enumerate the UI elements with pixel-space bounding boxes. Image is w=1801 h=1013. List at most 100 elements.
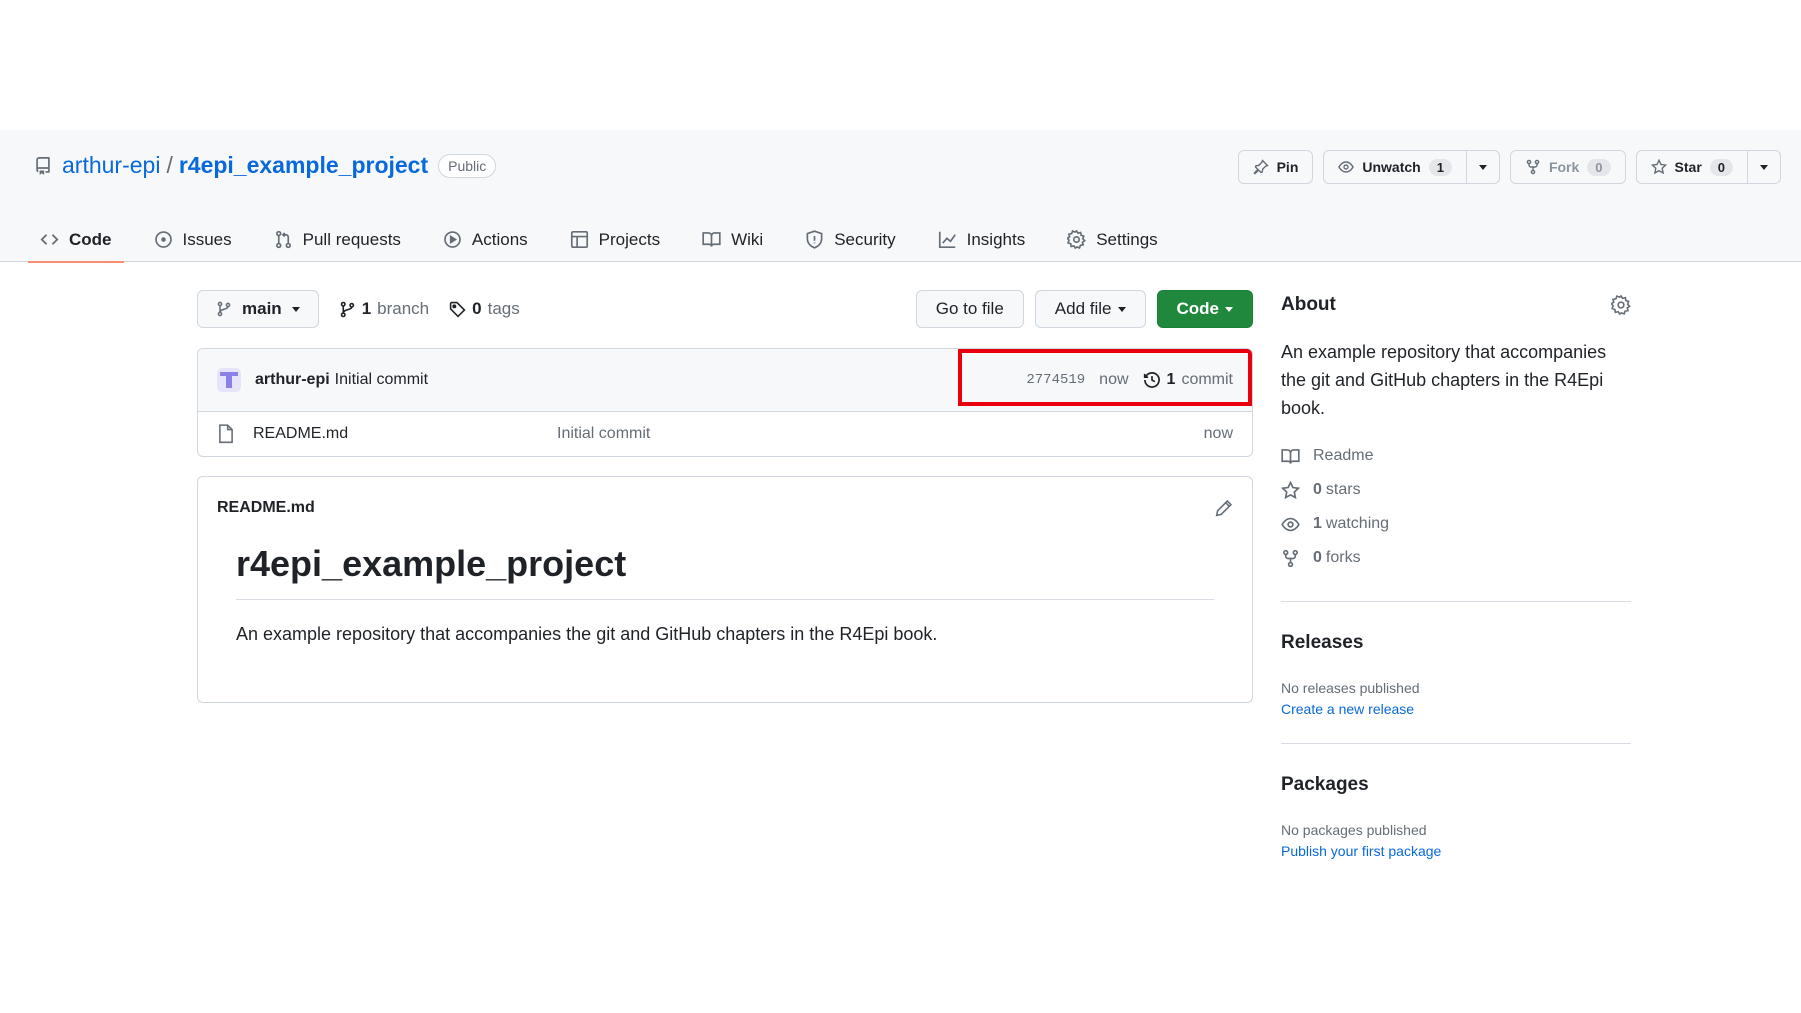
watch-group: Unwatch 1 (1323, 150, 1500, 184)
branch-count-label: branch (377, 299, 430, 318)
star-icon (1281, 480, 1300, 500)
tab-pull-requests[interactable]: Pull requests (268, 217, 407, 262)
chevron-down-icon (1225, 306, 1233, 312)
readme-body: r4epi_example_project An example reposit… (198, 539, 1252, 645)
chevron-down-icon (1478, 164, 1487, 170)
tab-issues[interactable]: Issues (148, 217, 238, 262)
add-file-button[interactable]: Add file (1034, 290, 1146, 328)
avatar[interactable] (217, 368, 241, 392)
chevron-down-icon (291, 306, 300, 312)
repo-path-separator: / (166, 152, 173, 178)
releases-title[interactable]: Releases (1281, 628, 1631, 658)
go-to-file-button[interactable]: Go to file (915, 290, 1024, 328)
create-release-link[interactable]: Create a new release (1281, 701, 1631, 717)
about-links: Readme 0 stars 1 watching 0 forks (1281, 439, 1631, 575)
unwatch-button[interactable]: Unwatch 1 (1323, 150, 1467, 184)
table-icon (570, 230, 589, 249)
branch-count: 1 (361, 299, 372, 318)
readme-link[interactable]: Readme (1281, 439, 1631, 473)
star-icon (1650, 159, 1667, 175)
readme-heading: r4epi_example_project (236, 539, 1214, 600)
tab-label: Wiki (731, 229, 764, 249)
publish-package-link[interactable]: Publish your first package (1281, 843, 1631, 859)
commit-author[interactable]: arthur-epi (255, 371, 330, 389)
tab-projects[interactable]: Projects (564, 217, 666, 262)
watching-count: 1 (1313, 515, 1322, 532)
graph-icon (938, 230, 957, 249)
tab-code[interactable]: Code (28, 217, 123, 263)
tag-count: 0 (472, 299, 482, 318)
stars-link[interactable]: 0 stars (1281, 473, 1631, 507)
pencil-icon[interactable] (1215, 499, 1233, 517)
repo-actions: Pin Unwatch 1 Fork 0 Star 0 (1237, 150, 1781, 184)
watch-counter: 1 (1428, 158, 1452, 176)
repo-tabs: Code Issues Pull requests Actions Projec… (28, 217, 1164, 263)
file-commit-message[interactable]: Initial commit (557, 425, 1204, 443)
play-icon (443, 230, 462, 249)
repo-title: arthur-epi / r4epi_example_project Publi… (34, 152, 497, 179)
divider (1281, 743, 1631, 744)
tags-link[interactable]: 0 tags (449, 299, 520, 319)
repo-owner-link[interactable]: arthur-epi (62, 152, 160, 179)
tab-actions[interactable]: Actions (437, 217, 534, 262)
tag-count-label: tags (487, 299, 520, 318)
releases-empty: No releases published (1281, 680, 1420, 696)
tab-security[interactable]: Security (799, 217, 901, 262)
fork-label: Fork (1548, 159, 1580, 175)
pin-button[interactable]: Pin (1237, 150, 1314, 184)
tab-insights[interactable]: Insights (932, 217, 1032, 262)
gear-icon (1067, 230, 1087, 249)
main-content: main 1 branch 0 tags Go to file Add file… (197, 290, 1253, 703)
highlight-box (958, 349, 1252, 406)
tab-wiki[interactable]: Wiki (696, 217, 769, 262)
chevron-down-icon (1760, 164, 1768, 170)
star-dropdown-button[interactable] (1748, 150, 1781, 184)
file-icon (217, 424, 235, 444)
chevron-down-icon (1117, 306, 1126, 312)
pull-request-icon (274, 230, 293, 249)
star-label: Star (1674, 159, 1702, 175)
repo-name-link[interactable]: r4epi_example_project (179, 152, 428, 179)
star-counter: 0 (1709, 158, 1733, 176)
code-button-label: Code (1176, 299, 1220, 318)
forks-link[interactable]: 0 forks (1281, 541, 1631, 575)
visibility-badge: Public (438, 153, 497, 178)
commit-message[interactable]: Initial commit (335, 371, 428, 389)
star-button[interactable]: Star 0 (1635, 150, 1748, 184)
file-toolbar: main 1 branch 0 tags Go to file Add file… (197, 290, 1253, 328)
about-title: About (1281, 294, 1336, 315)
file-age: now (1203, 425, 1233, 442)
gear-icon[interactable] (1611, 295, 1631, 315)
forks-count: 0 (1313, 549, 1322, 566)
tab-label: Issues (182, 229, 232, 249)
code-button[interactable]: Code (1156, 290, 1253, 328)
tab-settings[interactable]: Settings (1061, 217, 1163, 262)
branch-icon (339, 301, 356, 318)
watch-dropdown-button[interactable] (1466, 150, 1500, 184)
fork-counter: 0 (1587, 158, 1611, 176)
repo-header: arthur-epi / r4epi_example_project Publi… (0, 130, 1801, 263)
readme-text: An example repository that accompanies t… (236, 624, 938, 644)
sidebar: About An example repository that accompa… (1281, 290, 1631, 859)
tab-label: Settings (1096, 229, 1158, 249)
add-file-label: Add file (1054, 299, 1112, 318)
fork-button[interactable]: Fork 0 (1509, 150, 1626, 184)
issue-icon (154, 230, 173, 249)
readme-filename[interactable]: README.md (217, 499, 315, 517)
star-group: Star 0 (1635, 150, 1781, 184)
tab-label: Projects (598, 229, 661, 249)
file-list: arthur-epi Initial commit 2774519 now 1 … (197, 348, 1253, 457)
stars-count: 0 (1313, 481, 1322, 498)
branch-icon (216, 301, 232, 317)
branches-link[interactable]: 1 branch (339, 299, 429, 319)
stars-label: stars (1325, 481, 1361, 498)
watching-link[interactable]: 1 watching (1281, 507, 1631, 541)
table-row[interactable]: README.md Initial commit now (198, 412, 1252, 456)
packages-title[interactable]: Packages (1281, 770, 1631, 800)
eye-icon (1338, 159, 1355, 175)
book-icon (1281, 447, 1300, 466)
readme-panel: README.md r4epi_example_project An examp… (197, 476, 1253, 703)
branch-select-button[interactable]: main (197, 290, 319, 328)
file-name[interactable]: README.md (253, 425, 557, 443)
unwatch-label: Unwatch (1362, 159, 1421, 175)
